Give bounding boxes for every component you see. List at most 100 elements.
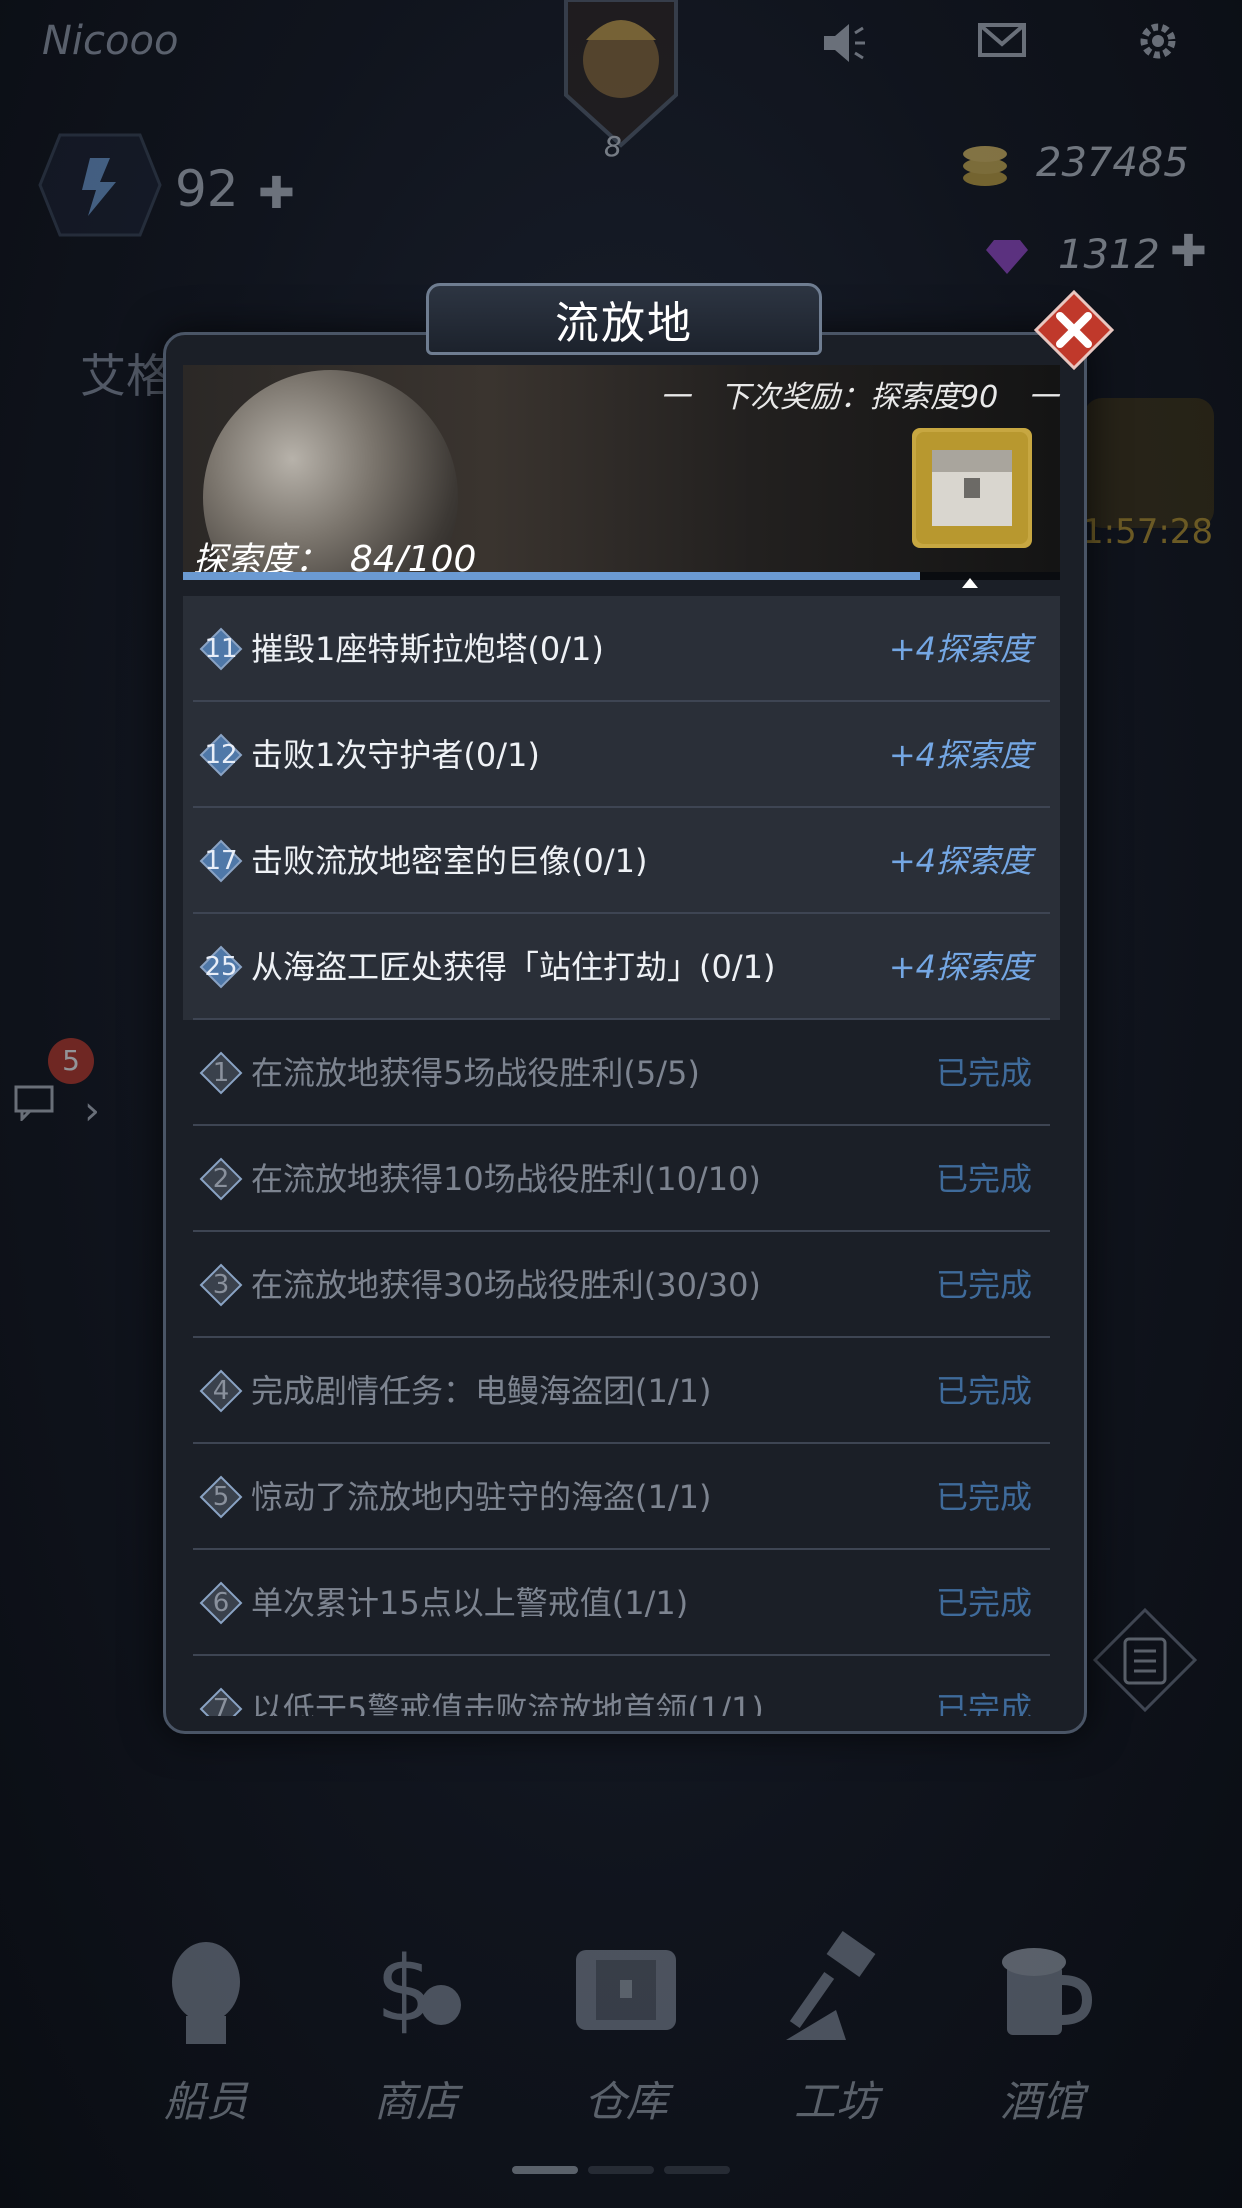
task-number: 12 (204, 740, 238, 770)
task-number-diamond-icon: 7 (199, 1687, 243, 1716)
task-number-diamond-icon: 12 (199, 733, 243, 777)
task-description: 在流放地获得5场战役胜利(5/5) (251, 1054, 700, 1092)
task-number-diamond-icon: 2 (199, 1157, 243, 1201)
page-indicator (588, 2166, 654, 2174)
nav-crew[interactable]: 船员 (116, 1930, 296, 2129)
add-energy-icon[interactable]: ✚ (258, 168, 295, 219)
speaker-icon[interactable] (816, 18, 872, 74)
task-row[interactable]: 6 单次累计15点以上警戒值(1/1) 已完成 (183, 1550, 1060, 1656)
task-number: 2 (212, 1164, 230, 1194)
task-reward: +4探索度 (888, 630, 1032, 668)
task-completed-label: 已完成 (935, 1160, 1032, 1198)
gold-amount: 237485 (1036, 140, 1189, 186)
task-reward: +4探索度 (888, 948, 1032, 986)
task-completed-label: 已完成 (935, 1690, 1032, 1716)
task-list-icon[interactable] (1090, 1605, 1200, 1715)
task-number-diamond-icon: 4 (199, 1369, 243, 1413)
task-number-diamond-icon: 6 (199, 1581, 243, 1625)
add-gem-icon[interactable]: ✚ (1170, 226, 1207, 277)
task-number-diamond-icon: 1 (199, 1051, 243, 1095)
task-number: 4 (212, 1376, 230, 1406)
task-completed-label: 已完成 (935, 1266, 1032, 1304)
task-row[interactable]: 4 完成剧情任务：电鳗海盗团(1/1) 已完成 (183, 1338, 1060, 1444)
event-timer: 1:57:28 (1082, 512, 1214, 552)
task-completed-label: 已完成 (935, 1372, 1032, 1410)
progress-marker-icon (962, 578, 978, 588)
task-description: 完成剧情任务：电鳗海盗团(1/1) (251, 1372, 712, 1410)
task-number-diamond-icon: 5 (199, 1475, 243, 1519)
nav-label-warehouse: 仓库 (583, 2077, 668, 2126)
task-row[interactable]: 7 以低于5警戒值击败流放地首领(1/1) 已完成 (183, 1656, 1060, 1716)
task-description: 单次累计15点以上警戒值(1/1) (251, 1584, 689, 1622)
task-number: 11 (204, 634, 238, 664)
task-row[interactable]: 3 在流放地获得30场战役胜利(30/30) 已完成 (183, 1232, 1060, 1338)
task-number: 25 (204, 952, 238, 982)
next-reward-label: 一 下次奖励：探索度90 一 (660, 380, 1059, 415)
page-indicator (664, 2166, 730, 2174)
task-description: 在流放地获得10场战役胜利(10/10) (251, 1160, 761, 1198)
player-avatar[interactable] (556, 0, 686, 150)
task-row[interactable]: 2 在流放地获得10场战役胜利(10/10) 已完成 (183, 1126, 1060, 1232)
task-description: 击败1次守护者(0/1) (251, 736, 540, 774)
task-description: 从海盗工匠处获得「站住打劫」(0/1) (251, 948, 776, 986)
nav-tavern[interactable]: 酒馆 (952, 1930, 1132, 2129)
task-reward: +4探索度 (888, 736, 1032, 774)
nav-workshop[interactable]: 工坊 (746, 1930, 926, 2129)
nav-label-crew: 船员 (163, 2077, 248, 2126)
task-reward: +4探索度 (888, 842, 1032, 880)
chat-badge: 5 (48, 1038, 94, 1084)
gem-amount: 1312 (1058, 232, 1160, 278)
task-row[interactable]: 17 击败流放地密室的巨像(0/1) +4探索度 (183, 808, 1060, 914)
task-number: 6 (212, 1588, 230, 1618)
task-description: 在流放地获得30场战役胜利(30/30) (251, 1266, 761, 1304)
close-icon (1033, 289, 1115, 371)
task-completed-label: 已完成 (935, 1584, 1032, 1622)
task-number: 5 (212, 1482, 230, 1512)
chevron-right-icon[interactable]: › (84, 1088, 100, 1134)
reward-chest-icon[interactable] (912, 428, 1032, 548)
nav-warehouse[interactable]: 仓库 (536, 1930, 716, 2129)
chat-icon[interactable] (14, 1085, 58, 1123)
crew-icon (146, 1930, 266, 2050)
gear-icon[interactable] (1130, 18, 1186, 74)
tavern-icon (982, 1930, 1102, 2050)
task-list[interactable]: 11 摧毁1座特斯拉炮塔(0/1) +4探索度 12 击败1次守护者(0/1) +4探索度… (183, 596, 1060, 1716)
player-level: 8 (604, 130, 622, 163)
nav-label-shop: 商店 (373, 2077, 458, 2126)
task-description: 以低于5警戒值击败流放地首领(1/1) (251, 1690, 764, 1716)
nav-shop[interactable]: $ 商店 (326, 1930, 506, 2129)
task-number-diamond-icon: 17 (199, 839, 243, 883)
task-description: 摧毁1座特斯拉炮塔(0/1) (251, 630, 604, 668)
task-row[interactable]: 5 惊动了流放地内驻守的海盗(1/1) 已完成 (183, 1444, 1060, 1550)
event-frog-icon[interactable] (1084, 398, 1214, 528)
gold-coin-icon (960, 140, 1010, 190)
task-row[interactable]: 25 从海盗工匠处获得「站住打劫」(0/1) +4探索度 (183, 914, 1060, 1020)
task-number-diamond-icon: 25 (199, 945, 243, 989)
task-number: 17 (204, 846, 238, 876)
modal-title: 流放地 (555, 298, 693, 349)
location-title: 艾格 (80, 349, 172, 403)
task-number-diamond-icon: 3 (199, 1263, 243, 1307)
task-completed-label: 已完成 (935, 1478, 1032, 1516)
energy-value: 92 (175, 160, 239, 218)
gem-icon (984, 232, 1030, 278)
task-description: 惊动了流放地内驻守的海盗(1/1) (251, 1478, 712, 1516)
task-number: 1 (212, 1058, 230, 1088)
shop-icon: $ (356, 1930, 476, 2050)
nav-label-workshop: 工坊 (793, 2077, 878, 2126)
username: Nicooo (42, 18, 179, 64)
warehouse-icon (566, 1930, 686, 2050)
task-completed-label: 已完成 (935, 1054, 1032, 1092)
task-number: 3 (212, 1270, 230, 1300)
close-button[interactable] (1033, 289, 1115, 371)
task-number: 7 (212, 1694, 230, 1716)
mail-icon[interactable] (974, 18, 1030, 74)
workshop-icon (776, 1930, 896, 2050)
task-description: 击败流放地密室的巨像(0/1) (251, 842, 648, 880)
task-row[interactable]: 12 击败1次守护者(0/1) +4探索度 (183, 702, 1060, 808)
task-row[interactable]: 11 摧毁1座特斯拉炮塔(0/1) +4探索度 (183, 596, 1060, 702)
task-row[interactable]: 1 在流放地获得5场战役胜利(5/5) 已完成 (183, 1020, 1060, 1126)
progress-fill (183, 572, 920, 580)
task-number-diamond-icon: 11 (199, 627, 243, 671)
page-indicator-active (512, 2166, 578, 2174)
